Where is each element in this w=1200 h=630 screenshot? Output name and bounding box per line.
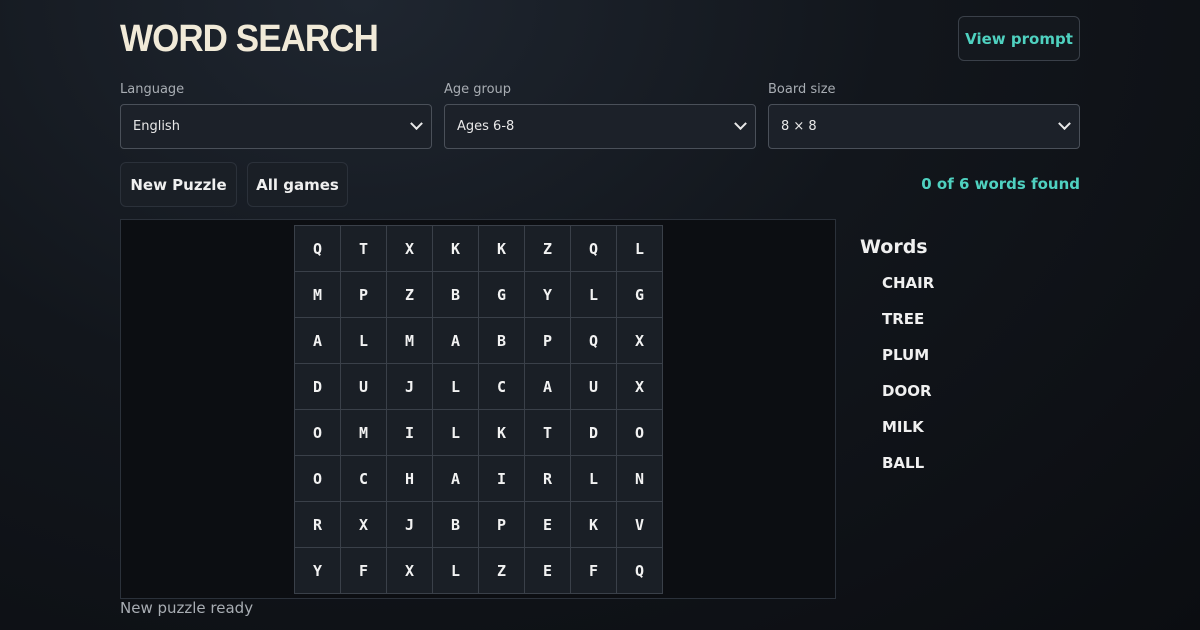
- grid-cell[interactable]: O: [617, 410, 663, 456]
- grid-cell[interactable]: E: [525, 548, 571, 594]
- grid-cell[interactable]: A: [433, 456, 479, 502]
- language-value: English: [133, 119, 180, 134]
- grid-cell[interactable]: O: [295, 410, 341, 456]
- grid-cell[interactable]: X: [387, 226, 433, 272]
- grid-cell[interactable]: Z: [479, 548, 525, 594]
- grid-cell[interactable]: A: [433, 318, 479, 364]
- puzzle-board: QTXKKZQLMPZBGYLGALMABPQXDUJLCAUXOMILKTDO…: [120, 219, 836, 599]
- chevron-down-icon: [734, 117, 747, 131]
- word-list-item: PLUM: [882, 346, 930, 364]
- word-list: Words CHAIR TREE PLUM DOOR MILK BALL: [860, 236, 934, 483]
- grid-cell[interactable]: Y: [525, 272, 571, 318]
- grid-cell[interactable]: I: [387, 410, 433, 456]
- grid-cell[interactable]: T: [341, 226, 387, 272]
- grid-cell[interactable]: B: [433, 502, 479, 548]
- grid-cell[interactable]: M: [387, 318, 433, 364]
- grid-cell[interactable]: X: [617, 364, 663, 410]
- grid-cell[interactable]: P: [341, 272, 387, 318]
- grid-cell[interactable]: F: [341, 548, 387, 594]
- grid-cell[interactable]: C: [479, 364, 525, 410]
- chevron-down-icon: [410, 117, 423, 131]
- age-group-value: Ages 6-8: [457, 119, 515, 134]
- grid-cell[interactable]: Y: [295, 548, 341, 594]
- board-size-select[interactable]: 8 × 8: [768, 104, 1080, 149]
- grid-cell[interactable]: J: [387, 364, 433, 410]
- grid-cell[interactable]: N: [617, 456, 663, 502]
- grid-cell[interactable]: B: [479, 318, 525, 364]
- language-label: Language: [120, 82, 185, 97]
- grid-cell[interactable]: K: [571, 502, 617, 548]
- grid-cell[interactable]: L: [617, 226, 663, 272]
- grid-cell[interactable]: L: [433, 364, 479, 410]
- grid-cell[interactable]: Z: [525, 226, 571, 272]
- word-list-items: CHAIR TREE PLUM DOOR MILK BALL: [860, 267, 934, 483]
- grid-cell[interactable]: R: [295, 502, 341, 548]
- grid-cell[interactable]: E: [525, 502, 571, 548]
- grid-cell[interactable]: V: [617, 502, 663, 548]
- grid-cell[interactable]: R: [525, 456, 571, 502]
- grid-cell[interactable]: M: [295, 272, 341, 318]
- grid-cell[interactable]: O: [295, 456, 341, 502]
- grid-cell[interactable]: L: [433, 548, 479, 594]
- word-list-heading: Words: [860, 236, 928, 258]
- age-group-field: Age group Ages 6-8: [444, 82, 756, 149]
- grid-cell[interactable]: C: [341, 456, 387, 502]
- new-puzzle-button[interactable]: New Puzzle: [120, 162, 237, 207]
- age-group-select[interactable]: Ages 6-8: [444, 104, 756, 149]
- board-size-field: Board size 8 × 8: [768, 82, 1080, 149]
- grid-cell[interactable]: P: [479, 502, 525, 548]
- grid-cell[interactable]: H: [387, 456, 433, 502]
- word-list-item: BALL: [882, 454, 925, 472]
- grid-cell[interactable]: K: [433, 226, 479, 272]
- grid-cell[interactable]: G: [479, 272, 525, 318]
- language-field: Language English: [120, 82, 432, 149]
- grid-cell[interactable]: Q: [295, 226, 341, 272]
- grid-cell[interactable]: K: [479, 410, 525, 456]
- grid-cell[interactable]: X: [387, 548, 433, 594]
- board-size-value: 8 × 8: [781, 119, 817, 134]
- grid-cell[interactable]: Q: [617, 548, 663, 594]
- grid-cell[interactable]: L: [433, 410, 479, 456]
- status-message: New puzzle ready: [120, 599, 254, 617]
- word-list-item: MILK: [882, 418, 924, 436]
- grid-cell[interactable]: Z: [387, 272, 433, 318]
- all-games-button[interactable]: All games: [247, 162, 348, 207]
- app-container: WORD SEARCH View prompt Language English…: [120, 0, 1080, 630]
- grid-cell[interactable]: X: [617, 318, 663, 364]
- age-group-label: Age group: [444, 82, 512, 97]
- language-select[interactable]: English: [120, 104, 432, 149]
- page-title: WORD SEARCH: [120, 18, 379, 60]
- grid-cell[interactable]: B: [433, 272, 479, 318]
- grid-cell[interactable]: P: [525, 318, 571, 364]
- grid-cell[interactable]: L: [571, 456, 617, 502]
- grid-cell[interactable]: X: [341, 502, 387, 548]
- chevron-down-icon: [1058, 117, 1071, 131]
- grid-cell[interactable]: L: [341, 318, 387, 364]
- board-size-label: Board size: [768, 82, 836, 97]
- word-list-item: CHAIR: [882, 274, 935, 292]
- words-found-counter: 0 of 6 words found: [921, 175, 1080, 193]
- word-list-item: TREE: [882, 310, 925, 328]
- letter-grid[interactable]: QTXKKZQLMPZBGYLGALMABPQXDUJLCAUXOMILKTDO…: [294, 225, 663, 594]
- grid-cell[interactable]: J: [387, 502, 433, 548]
- grid-cell[interactable]: U: [571, 364, 617, 410]
- grid-cell[interactable]: I: [479, 456, 525, 502]
- grid-cell[interactable]: G: [617, 272, 663, 318]
- grid-cell[interactable]: D: [571, 410, 617, 456]
- word-list-item: DOOR: [882, 382, 932, 400]
- grid-cell[interactable]: Q: [571, 226, 617, 272]
- grid-cell[interactable]: M: [341, 410, 387, 456]
- grid-cell[interactable]: A: [295, 318, 341, 364]
- grid-cell[interactable]: Q: [571, 318, 617, 364]
- view-prompt-button[interactable]: View prompt: [958, 16, 1080, 61]
- grid-cell[interactable]: L: [571, 272, 617, 318]
- grid-cell[interactable]: A: [525, 364, 571, 410]
- grid-cell[interactable]: D: [295, 364, 341, 410]
- grid-cell[interactable]: T: [525, 410, 571, 456]
- grid-cell[interactable]: U: [341, 364, 387, 410]
- grid-cell[interactable]: F: [571, 548, 617, 594]
- grid-cell[interactable]: K: [479, 226, 525, 272]
